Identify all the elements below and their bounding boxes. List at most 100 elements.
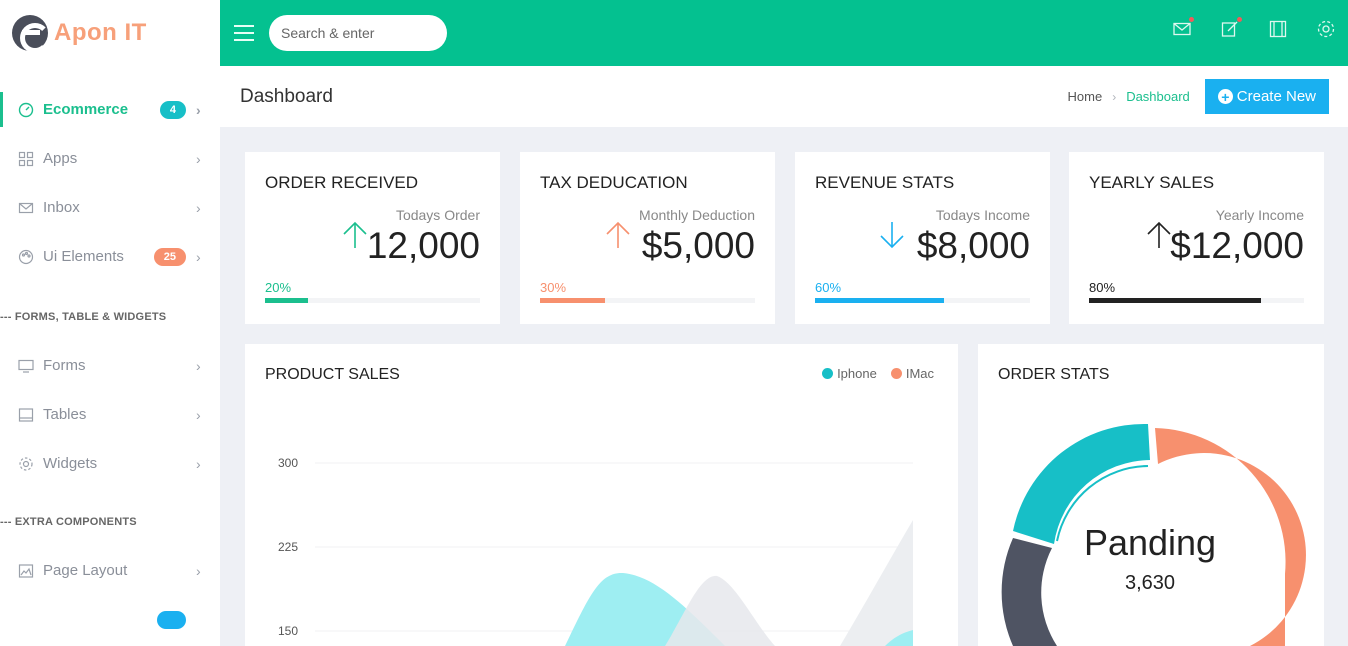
- sidebar-item-tables[interactable]: Tables ›: [0, 390, 220, 439]
- stat-card-tax-deduction: TAX DEDUCATION Monthly Deduction $5,000 …: [520, 152, 775, 324]
- sidebar-item-inbox[interactable]: Inbox ›: [0, 183, 220, 232]
- breadcrumb: Home › Dashboard: [1068, 89, 1190, 104]
- count-badge-partial: [156, 610, 186, 629]
- sidebar-item-label: Page Layout: [43, 562, 128, 579]
- sidebar-item-forms[interactable]: Forms ›: [0, 341, 220, 390]
- stat-value: $5,000: [641, 225, 755, 266]
- arrow-up-icon: [1147, 221, 1171, 248]
- order-stats-donut: Panding 3,630: [1001, 423, 1306, 646]
- product-sales-chart: 300 225 150: [278, 456, 913, 646]
- palette-icon: [17, 248, 35, 266]
- gear-icon: [17, 455, 35, 473]
- grid-icon: [17, 150, 35, 168]
- chevron-right-icon: ›: [196, 199, 201, 216]
- donut-center-value: 3,630: [1125, 572, 1175, 594]
- progress-track: [265, 298, 480, 303]
- progress-percent: 60%: [815, 280, 842, 295]
- sidebar-item-ecommerce[interactable]: Ecommerce 4 ›: [0, 85, 220, 134]
- y-tick-label: 150: [278, 624, 298, 638]
- breadcrumb-current: Dashboard: [1126, 89, 1190, 104]
- sidebar-item-label: Ecommerce: [43, 101, 129, 118]
- arrow-up-icon: [606, 221, 630, 248]
- stat-subtitle: Todays Order: [395, 207, 480, 223]
- stat-title: TAX DEDUCATION: [540, 173, 688, 192]
- brand-name: Apon IT: [54, 19, 147, 46]
- chevron-right-icon: ›: [196, 248, 201, 265]
- stat-value: $8,000: [916, 225, 1030, 266]
- notification-dot: [1237, 17, 1242, 22]
- donut-segment-dark: [1001, 538, 1057, 646]
- settings-icon[interactable]: [1316, 19, 1336, 39]
- stat-subtitle: Monthly Deduction: [639, 207, 755, 223]
- count-badge: 4: [159, 100, 186, 119]
- stat-value: 12,000: [366, 225, 480, 266]
- logo-mark-icon: [12, 15, 50, 53]
- sidebar-section-heading: --- EXTRA COMPONENTS: [0, 516, 137, 528]
- sidebar-item-label: Apps: [43, 150, 78, 167]
- progress-fill: [1089, 298, 1261, 303]
- y-tick-label: 225: [278, 540, 298, 554]
- plus-circle-icon: +: [1217, 89, 1233, 104]
- breadcrumb-home-link[interactable]: Home: [1068, 89, 1103, 104]
- edit-icon[interactable]: [1220, 17, 1242, 39]
- chevron-right-icon: ›: [196, 357, 201, 374]
- sidebar: Apon IT Ecommerce 4 › Apps › Inbox › Ui …: [0, 0, 220, 646]
- stat-title: REVENUE STATS: [815, 173, 955, 192]
- stat-title: ORDER RECEIVED: [265, 173, 419, 192]
- top-bar: [220, 0, 1348, 66]
- progress-fill: [265, 298, 308, 303]
- stat-subtitle: Yearly Income: [1215, 207, 1304, 223]
- chevron-right-icon: ›: [1112, 89, 1117, 104]
- sidebar-item-page-layout[interactable]: Page Layout ›: [0, 546, 220, 595]
- series-area-imac-right: [840, 520, 913, 646]
- brand-logo[interactable]: Apon IT: [0, 0, 220, 66]
- layout-icon: [17, 562, 35, 580]
- sidebar-item-widgets[interactable]: Widgets ›: [0, 439, 220, 488]
- hamburger-menu-icon[interactable]: [234, 25, 254, 41]
- progress-percent: 80%: [1089, 280, 1116, 295]
- create-new-label: Create New: [1236, 88, 1316, 105]
- chevron-right-icon: ›: [196, 406, 201, 423]
- chevron-right-icon: ›: [196, 455, 201, 472]
- arrow-down-icon: [880, 222, 904, 249]
- stat-title: YEARLY SALES: [1089, 173, 1215, 192]
- stat-card-yearly-sales: YEARLY SALES Yearly Income $12,000 80%: [1069, 152, 1324, 324]
- sidebar-item-partial[interactable]: [0, 595, 220, 644]
- arrow-up-icon: [343, 221, 367, 248]
- partial-icon: [17, 611, 35, 629]
- product-sales-panel: PRODUCT SALES Iphone IMac 300 225 150: [245, 344, 958, 646]
- panel-icon[interactable]: [1268, 19, 1288, 39]
- sidebar-item-label: Forms: [43, 357, 86, 374]
- progress-track: [1089, 298, 1304, 303]
- sidebar-item-label: Ui Elements: [43, 248, 124, 265]
- sidebar-item-ui-elements[interactable]: Ui Elements 25 ›: [0, 232, 220, 281]
- chevron-right-icon: ›: [196, 101, 201, 118]
- sidebar-item-apps[interactable]: Apps ›: [0, 134, 220, 183]
- sidebar-item-label: Widgets: [43, 455, 98, 472]
- progress-fill: [815, 298, 944, 303]
- page-title: Dashboard: [240, 85, 333, 107]
- search-input[interactable]: [269, 15, 447, 51]
- progress-fill: [540, 298, 605, 303]
- sidebar-section-heading: --- FORMS, TABLE & WIDGETS: [0, 311, 167, 323]
- progress-track: [540, 298, 755, 303]
- progress-percent: 20%: [265, 280, 292, 295]
- sidebar-item-label: Tables: [43, 406, 87, 423]
- envelope-icon: [17, 199, 35, 217]
- speedometer-icon: [17, 101, 35, 119]
- mail-icon[interactable]: [1172, 17, 1194, 39]
- order-stats-panel: ORDER STATS Panding 3,630: [978, 344, 1324, 646]
- monitor-icon: [17, 357, 35, 375]
- count-badge: 25: [153, 247, 186, 266]
- create-new-button[interactable]: + Create New: [1204, 79, 1329, 114]
- sidebar-item-label: Inbox: [43, 199, 80, 216]
- stat-card-revenue-stats: REVENUE STATS Todays Income $8,000 60%: [795, 152, 1050, 324]
- progress-percent: 30%: [540, 280, 567, 295]
- chevron-right-icon: ›: [196, 562, 201, 579]
- table-icon: [17, 406, 35, 424]
- notification-dot: [1189, 17, 1194, 22]
- donut-center-label: Panding: [1084, 522, 1216, 563]
- stat-value: $12,000: [1170, 225, 1304, 266]
- page-header: Dashboard Home › Dashboard + Create New: [220, 66, 1348, 127]
- y-tick-label: 300: [278, 456, 298, 470]
